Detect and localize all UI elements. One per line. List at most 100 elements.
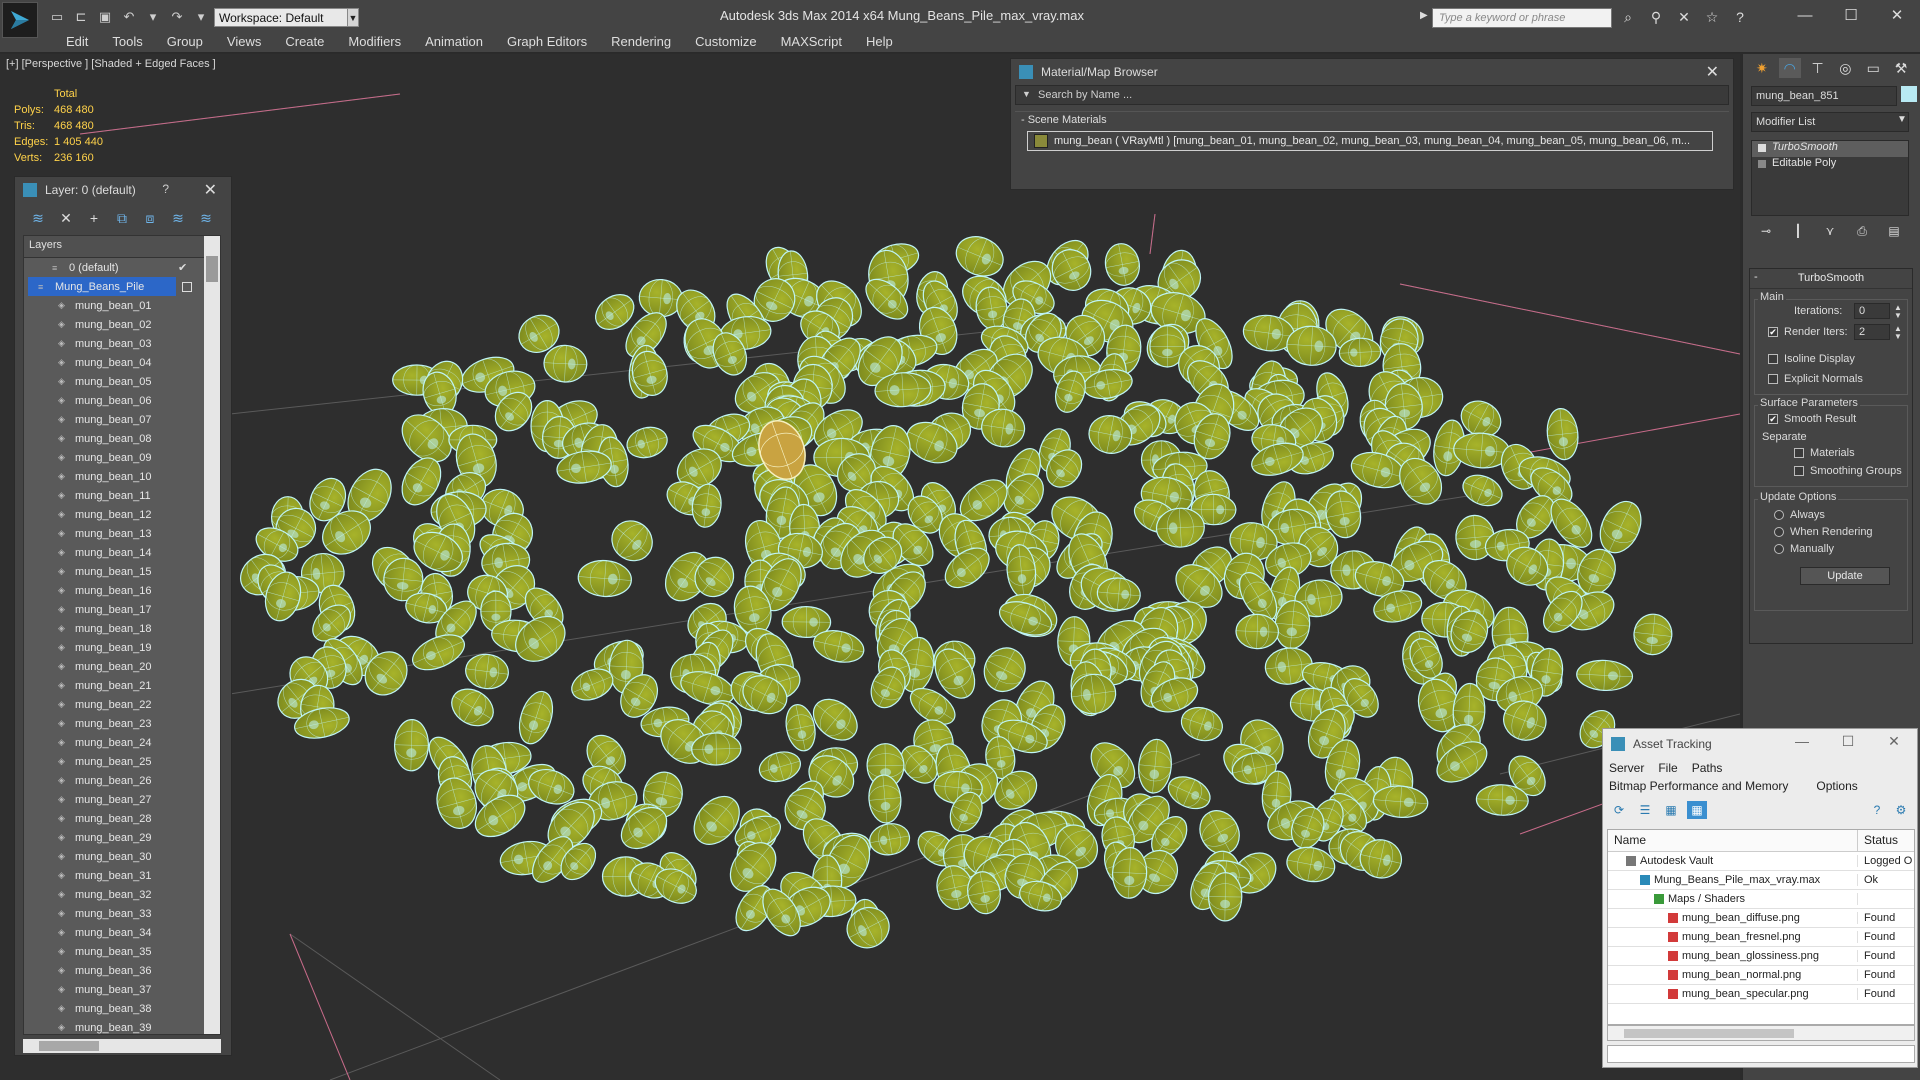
- menu-rendering[interactable]: Rendering: [599, 34, 683, 49]
- mung-bean-mesh[interactable]: [691, 732, 742, 766]
- minimize-icon[interactable]: —: [1779, 733, 1825, 750]
- render-iters-checkbox[interactable]: ✔ Render Iters:: [1768, 326, 1848, 338]
- update-button[interactable]: Update: [1800, 567, 1890, 585]
- layer-object-row[interactable]: ◈ mung_bean_28: [24, 809, 220, 828]
- layer-object-row[interactable]: ◈ mung_bean_18: [24, 619, 220, 638]
- menu-animation[interactable]: Animation: [413, 34, 495, 49]
- mung-bean-mesh[interactable]: [1545, 407, 1581, 461]
- perspective-viewport[interactable]: [+] [Perspective ] [Shaded + Edged Faces…: [0, 54, 1740, 1080]
- spinner-arrows-icon[interactable]: ▲ ▼: [1894, 304, 1902, 320]
- layer-list[interactable]: Layers ≡ 0 (default) ✔ ≡ Mung_Beans_Pile ◈ mun…: [23, 235, 221, 1035]
- checkbox[interactable]: [1768, 354, 1778, 364]
- layer-object-row[interactable]: ◈ mung_bean_30: [24, 847, 220, 866]
- help-icon[interactable]: ?: [1730, 8, 1750, 26]
- mung-bean-mesh[interactable]: [950, 230, 1009, 283]
- layer-object-row[interactable]: ◈ mung_bean_08: [24, 429, 220, 448]
- layer-object-row[interactable]: ◈ mung_bean_05: [24, 372, 220, 391]
- layer-object-row[interactable]: ◈ mung_bean_24: [24, 733, 220, 752]
- layer-object-row[interactable]: ◈ mung_bean_25: [24, 752, 220, 771]
- open-file-icon[interactable]: ⊏: [72, 8, 90, 26]
- lightbulb-icon[interactable]: [1758, 144, 1766, 152]
- asset-row[interactable]: Autodesk Vault Logged O: [1608, 852, 1914, 871]
- new-layer-icon[interactable]: ≋: [29, 209, 47, 227]
- checkbox[interactable]: [1794, 466, 1804, 476]
- scrollbar-thumb[interactable]: [39, 1041, 99, 1051]
- layer-object-row[interactable]: ◈ mung_bean_14: [24, 543, 220, 562]
- menu-modifiers[interactable]: Modifiers: [336, 34, 413, 49]
- layer-object-row[interactable]: ◈ mung_bean_35: [24, 942, 220, 961]
- layer-row[interactable]: ≡ Mung_Beans_Pile: [28, 277, 192, 296]
- modify-tab-icon[interactable]: ◠: [1778, 58, 1801, 78]
- close-icon[interactable]: ✕: [1871, 733, 1917, 750]
- chevron-down-icon[interactable]: ▼: [1022, 89, 1031, 99]
- viewport-label[interactable]: [+] [Perspective ] [Shaded + Edged Faces…: [6, 58, 216, 70]
- close-icon[interactable]: ✕: [1874, 0, 1920, 30]
- set-current-layer-box[interactable]: [182, 281, 192, 292]
- iterations-spinner[interactable]: 0: [1854, 303, 1890, 319]
- mung-bean-mesh[interactable]: [1207, 872, 1243, 922]
- layer-object-row[interactable]: ◈ mung_bean_37: [24, 980, 220, 999]
- hide-layers-icon[interactable]: ≋: [169, 209, 187, 227]
- horizontal-scrollbar[interactable]: [1607, 1025, 1915, 1041]
- undo-icon[interactable]: ↶: [120, 8, 138, 26]
- create-tab-icon[interactable]: ✷: [1751, 58, 1773, 78]
- layer-object-row[interactable]: ◈ mung_bean_20: [24, 657, 220, 676]
- settings-icon[interactable]: ⚙: [1891, 801, 1911, 819]
- redo-dropdown-icon[interactable]: ▾: [192, 8, 210, 26]
- mung-bean-mesh[interactable]: [1177, 702, 1227, 746]
- utilities-tab-icon[interactable]: ⚒: [1890, 58, 1912, 78]
- layer-object-row[interactable]: ◈ mung_bean_31: [24, 866, 220, 885]
- material-entry[interactable]: mung_bean ( VRayMtl ) [mung_bean_01, mun…: [1027, 131, 1713, 151]
- layer-object-row[interactable]: ◈ mung_bean_34: [24, 923, 220, 942]
- layer-object-row[interactable]: ◈ mung_bean_39: [24, 1018, 220, 1034]
- layer-object-row[interactable]: ◈ mung_bean_33: [24, 904, 220, 923]
- layer-object-row[interactable]: ◈ mung_bean_22: [24, 695, 220, 714]
- mung-bean-mesh[interactable]: [393, 719, 430, 772]
- layer-object-row[interactable]: ◈ mung_bean_04: [24, 353, 220, 372]
- stack-item-editable-poly[interactable]: Editable Poly: [1752, 157, 1908, 173]
- menu-help[interactable]: Help: [854, 34, 905, 49]
- mung-bean-mesh[interactable]: [1045, 243, 1097, 297]
- mung-bean-mesh[interactable]: [445, 682, 500, 733]
- freeze-layers-icon[interactable]: ≋: [197, 209, 215, 227]
- modifier-stack[interactable]: TurboSmooth Editable Poly: [1751, 140, 1909, 216]
- menu-customize[interactable]: Customize: [683, 34, 768, 49]
- layer-object-row[interactable]: ◈ mung_bean_09: [24, 448, 220, 467]
- vertical-scrollbar[interactable]: [204, 236, 220, 1034]
- asset-row[interactable]: mung_bean_diffuse.png Found: [1608, 909, 1914, 928]
- mung-bean-mesh[interactable]: [577, 559, 633, 599]
- menu-bitmap-performance[interactable]: Bitmap Performance and Memory: [1609, 779, 1788, 795]
- checkbox[interactable]: [1794, 448, 1804, 458]
- delete-layer-icon[interactable]: ✕: [57, 209, 75, 227]
- asset-tracking-title-bar[interactable]: Asset Tracking — ☐ ✕: [1603, 729, 1917, 759]
- detail-view-icon[interactable]: ▦: [1661, 801, 1681, 819]
- layer-object-row[interactable]: ◈ mung_bean_32: [24, 885, 220, 904]
- radio-button[interactable]: [1774, 544, 1784, 554]
- materials-checkbox[interactable]: Materials: [1794, 447, 1855, 459]
- scene-materials-group[interactable]: - Scene Materials: [1015, 111, 1729, 129]
- chevron-down-icon[interactable]: ▼: [347, 8, 359, 27]
- help-icon[interactable]: ?: [1867, 801, 1887, 819]
- asset-row[interactable]: mung_bean_fresnel.png Found: [1608, 928, 1914, 947]
- add-to-layer-icon[interactable]: +: [85, 209, 103, 227]
- mung-bean-mesh[interactable]: [867, 821, 912, 858]
- mung-bean-mesh[interactable]: [1102, 241, 1143, 288]
- search-input[interactable]: Type a keyword or phrase: [1432, 8, 1612, 28]
- menu-paths[interactable]: Paths: [1692, 761, 1723, 775]
- layer-object-row[interactable]: ◈ mung_bean_06: [24, 391, 220, 410]
- menu-create[interactable]: Create: [273, 34, 336, 49]
- pin-stack-icon[interactable]: ⊸: [1757, 222, 1775, 240]
- binoculars-icon[interactable]: ⌕: [1618, 8, 1638, 26]
- modifier-list-dropdown[interactable]: Modifier List: [1751, 112, 1909, 132]
- layer-object-row[interactable]: ◈ mung_bean_17: [24, 600, 220, 619]
- asset-row[interactable]: mung_bean_normal.png Found: [1608, 966, 1914, 985]
- layer-object-row[interactable]: ◈ mung_bean_01: [24, 296, 220, 315]
- layer-object-row[interactable]: ◈ mung_bean_27: [24, 790, 220, 809]
- menu-server[interactable]: Server: [1609, 761, 1644, 775]
- communication-center-icon[interactable]: ⚲: [1646, 8, 1666, 26]
- asset-row[interactable]: mung_bean_glossiness.png Found: [1608, 947, 1914, 966]
- radio-button[interactable]: [1774, 510, 1784, 520]
- menu-edit[interactable]: Edit: [54, 34, 100, 49]
- object-name-field[interactable]: mung_bean_851: [1751, 86, 1897, 106]
- smooth-result-checkbox[interactable]: ✔ Smooth Result: [1768, 413, 1856, 425]
